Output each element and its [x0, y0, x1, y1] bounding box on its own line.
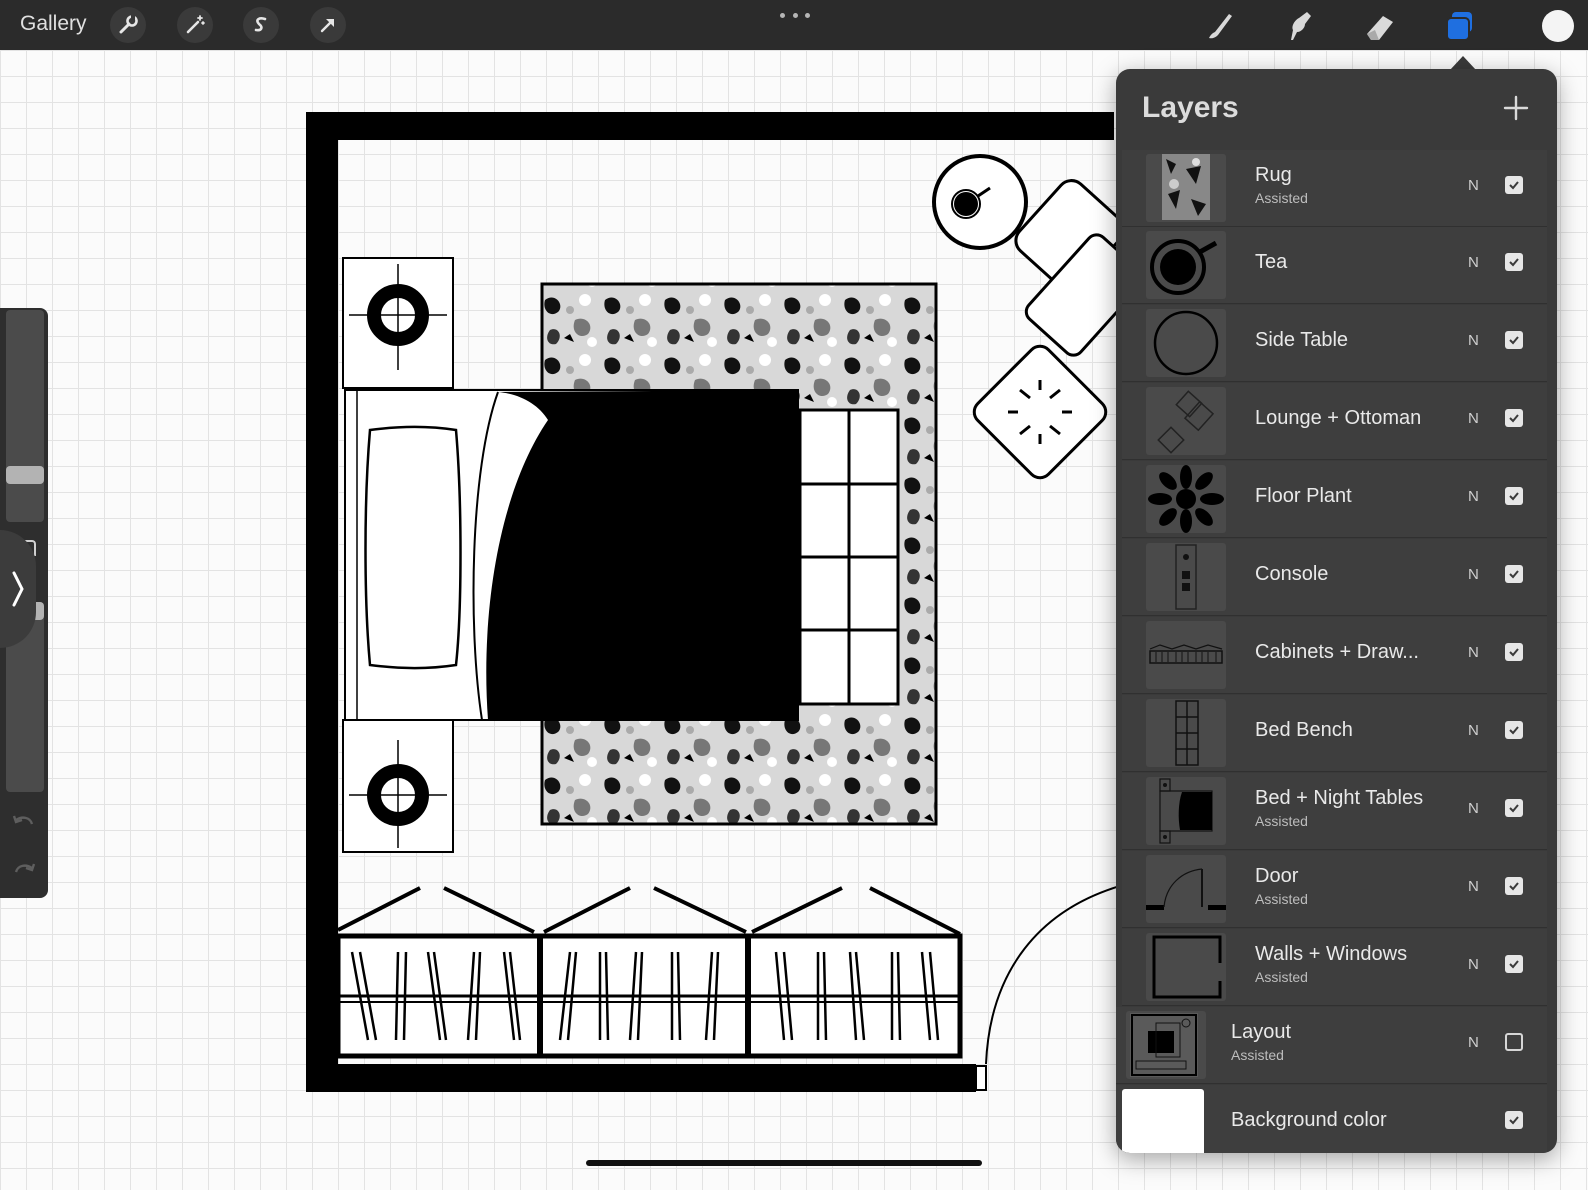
visibility-checkbox[interactable]	[1505, 877, 1523, 895]
side-table	[932, 154, 1028, 250]
layer-row-tea[interactable]: Tea N	[1122, 227, 1547, 304]
layer-name: Door	[1255, 865, 1299, 887]
blend-mode-button[interactable]: N	[1468, 956, 1479, 973]
visibility-checkbox[interactable]	[1505, 253, 1523, 271]
background-color-swatch	[1122, 1089, 1204, 1153]
visibility-checkbox[interactable]	[1505, 1111, 1523, 1129]
layers-panel-caret	[1450, 56, 1476, 70]
transform-arrow-icon[interactable]	[310, 7, 346, 43]
blend-mode-button[interactable]: N	[1468, 566, 1479, 583]
layer-thumbnail	[1146, 699, 1226, 767]
visibility-checkbox[interactable]	[1505, 176, 1523, 194]
visibility-checkbox[interactable]	[1505, 721, 1523, 739]
layer-row-side-table[interactable]: Side Table N	[1122, 305, 1547, 382]
layer-thumbnail	[1146, 933, 1226, 1001]
layer-row-layout[interactable]: Layout Assisted N	[1116, 1007, 1547, 1084]
layer-subtitle: Assisted	[1255, 813, 1308, 829]
layer-row-background-color[interactable]: Background color	[1116, 1085, 1547, 1153]
magic-wand-icon[interactable]	[177, 7, 213, 43]
layer-name: Tea	[1255, 251, 1288, 273]
layer-thumbnail	[1146, 387, 1226, 455]
visibility-checkbox[interactable]	[1505, 487, 1523, 505]
cabinets-drawers	[335, 886, 963, 1059]
layer-name: Bed Bench	[1255, 719, 1353, 741]
add-layer-icon[interactable]	[1499, 91, 1533, 125]
layers-icon[interactable]	[1442, 8, 1478, 44]
layer-row-door[interactable]: Door Assisted N	[1122, 851, 1547, 928]
blend-mode-button[interactable]: N	[1468, 1034, 1479, 1051]
layer-name: Cabinets + Draw...	[1255, 641, 1419, 663]
layer-thumbnail	[1126, 1011, 1206, 1079]
floor-plan-canvas[interactable]	[0, 50, 1120, 1150]
layer-thumbnail	[1146, 465, 1226, 533]
layer-thumbnail	[1146, 855, 1226, 923]
layers-title: Layers	[1142, 91, 1239, 124]
top-wall	[306, 112, 1114, 140]
wrench-icon[interactable]	[110, 7, 146, 43]
bed	[344, 389, 799, 721]
layer-row-cabinets-drawers[interactable]: Cabinets + Draw... N	[1122, 617, 1547, 694]
visibility-checkbox[interactable]	[1505, 409, 1523, 427]
visibility-checkbox[interactable]	[1505, 643, 1523, 661]
layer-thumbnail	[1146, 154, 1226, 222]
more-options-icon[interactable]	[780, 8, 810, 22]
layer-name: Side Table	[1255, 329, 1349, 351]
door	[985, 885, 1120, 1065]
blend-mode-button[interactable]: N	[1468, 488, 1479, 505]
home-indicator	[586, 1160, 982, 1166]
layer-name: Console	[1255, 563, 1329, 585]
layers-panel: Layers Rug Assisted N Tea N Side Table N…	[1116, 69, 1557, 1153]
top-toolbar: Gallery	[0, 0, 1588, 50]
layer-row-bed-night-tables[interactable]: Bed + Night Tables Assisted N	[1122, 773, 1547, 850]
eraser-icon[interactable]	[1361, 8, 1397, 44]
visibility-checkbox[interactable]	[1505, 799, 1523, 817]
layer-subtitle: Assisted	[1231, 1047, 1284, 1063]
layer-subtitle: Assisted	[1255, 969, 1308, 985]
layer-thumbnail	[1146, 777, 1226, 845]
blend-mode-button[interactable]: N	[1468, 177, 1479, 194]
blend-mode-button[interactable]: N	[1468, 722, 1479, 739]
blend-mode-button[interactable]: N	[1468, 410, 1479, 427]
selection-s-icon[interactable]	[243, 7, 279, 43]
layer-thumbnail	[1146, 309, 1226, 377]
layer-row-bed-bench[interactable]: Bed Bench N	[1122, 695, 1547, 772]
visibility-checkbox[interactable]	[1505, 1033, 1523, 1051]
visibility-checkbox[interactable]	[1505, 565, 1523, 583]
visibility-checkbox[interactable]	[1505, 955, 1523, 973]
gallery-button[interactable]: Gallery	[20, 12, 87, 36]
layer-thumbnail	[1146, 621, 1226, 689]
blend-mode-button[interactable]: N	[1468, 800, 1479, 817]
blend-mode-button[interactable]: N	[1468, 332, 1479, 349]
layer-name: Floor Plant	[1255, 485, 1352, 507]
night-table-top	[342, 257, 454, 389]
layer-name: Rug	[1255, 164, 1292, 186]
layer-name: Walls + Windows	[1255, 943, 1408, 965]
brush-icon[interactable]	[1201, 8, 1237, 44]
layer-name: Background color	[1231, 1109, 1387, 1131]
layer-thumbnail	[1146, 231, 1226, 299]
layer-row-console[interactable]: Console N	[1122, 539, 1547, 616]
layer-name: Layout	[1231, 1021, 1292, 1043]
blend-mode-button[interactable]: N	[1468, 254, 1479, 271]
blend-mode-button[interactable]: N	[1468, 878, 1479, 895]
layer-subtitle: Assisted	[1255, 891, 1308, 907]
bottom-wall	[306, 1064, 976, 1092]
layer-name: Lounge + Ottoman	[1255, 407, 1422, 429]
layer-row-lounge-ottoman[interactable]: Lounge + Ottoman N	[1122, 383, 1547, 460]
layer-row-rug[interactable]: Rug Assisted N	[1122, 150, 1547, 227]
smudge-icon[interactable]	[1281, 8, 1317, 44]
color-picker-button[interactable]	[1542, 10, 1574, 42]
night-table-bottom	[342, 719, 454, 853]
layer-row-walls-windows[interactable]: Walls + Windows Assisted N	[1122, 929, 1547, 1006]
blend-mode-button[interactable]: N	[1468, 644, 1479, 661]
left-wall	[306, 112, 338, 1092]
visibility-checkbox[interactable]	[1505, 331, 1523, 349]
layer-thumbnail	[1146, 543, 1226, 611]
layer-name: Bed + Night Tables	[1255, 787, 1424, 809]
layer-row-floor-plant[interactable]: Floor Plant N	[1122, 461, 1547, 538]
layer-subtitle: Assisted	[1255, 190, 1308, 206]
bed-bench	[798, 408, 900, 706]
